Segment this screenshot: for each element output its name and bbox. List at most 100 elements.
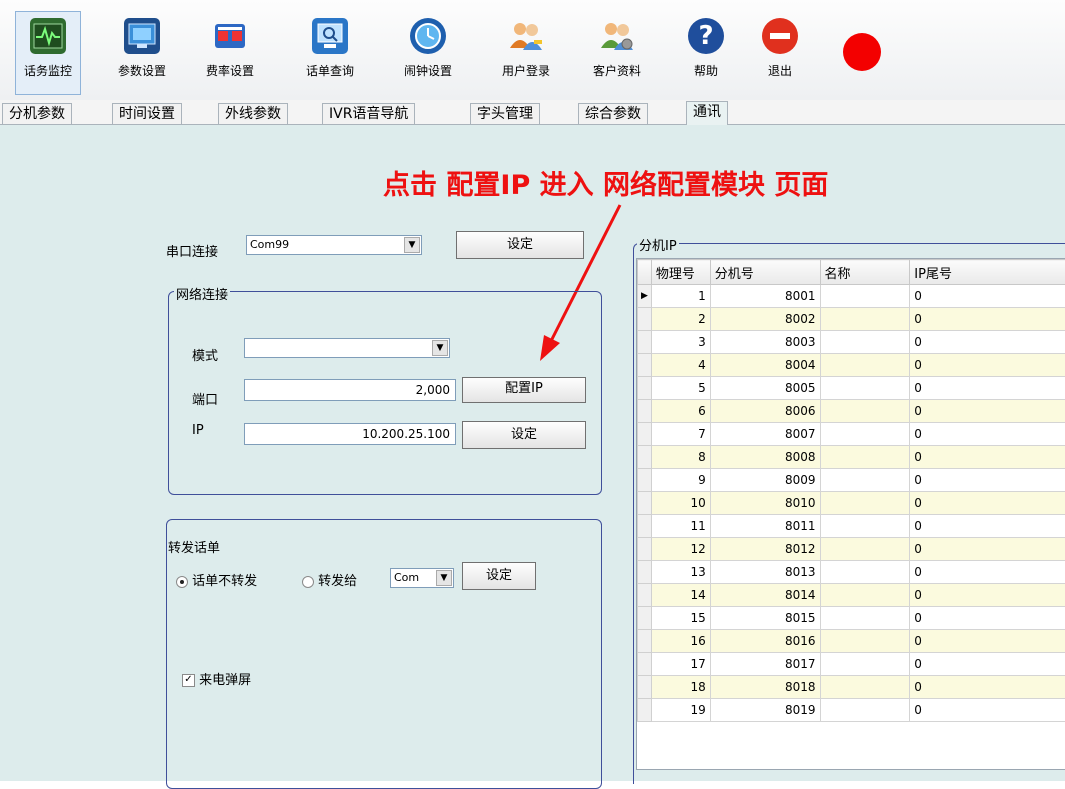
table-row[interactable]: 1480140 [638,584,1065,607]
tab-prefix-management[interactable]: 字头管理 [470,103,540,124]
column-header[interactable]: IP尾号 [910,260,1065,285]
name-cell[interactable] [820,676,910,699]
row-indicator[interactable] [638,676,652,699]
row-indicator[interactable] [638,699,652,722]
ip-suffix-cell[interactable]: 0 [910,354,1065,377]
tab-trunk-params[interactable]: 外线参数 [218,103,288,124]
table-row[interactable]: 1580150 [638,607,1065,630]
column-header[interactable]: 分机号 [710,260,820,285]
row-indicator[interactable] [638,515,652,538]
forward-set-button[interactable]: 设定 [462,562,536,590]
table-row[interactable]: 1780170 [638,653,1065,676]
table-row[interactable]: 1080100 [638,492,1065,515]
name-cell[interactable] [820,354,910,377]
mode-select[interactable]: ▼ [244,338,450,358]
extension-number-cell[interactable]: 8013 [710,561,820,584]
ip-suffix-cell[interactable]: 0 [910,469,1065,492]
row-indicator[interactable] [638,492,652,515]
table-row[interactable]: 1380130 [638,561,1065,584]
incoming-popup-checkbox[interactable]: ✓ [182,674,195,687]
table-row[interactable]: 48004 0 [638,354,1065,377]
extension-number-cell[interactable]: 8003 [710,331,820,354]
toolbar-button-call-record-query[interactable]: 话单查询 [298,12,362,94]
ip-suffix-cell[interactable]: 0 [910,676,1065,699]
physical-number-cell[interactable]: 7 [651,423,710,446]
row-indicator[interactable] [638,538,652,561]
name-cell[interactable] [820,446,910,469]
row-indicator[interactable] [638,607,652,630]
serial-port-select[interactable]: Com99 ▼ [246,235,422,255]
physical-number-cell[interactable]: 1 [651,285,710,308]
toolbar-button-rate-settings[interactable]: 费率设置 [198,12,262,94]
chevron-down-icon[interactable]: ▼ [436,570,452,586]
row-indicator[interactable] [638,584,652,607]
physical-number-cell[interactable]: 13 [651,561,710,584]
table-row[interactable]: 1880180 [638,676,1065,699]
config-ip-button[interactable]: 配置IP [462,377,586,403]
extension-number-cell[interactable]: 8014 [710,584,820,607]
row-indicator[interactable] [638,354,652,377]
physical-number-cell[interactable]: 3 [651,331,710,354]
row-indicator[interactable] [638,308,652,331]
physical-number-cell[interactable]: 11 [651,515,710,538]
physical-number-cell[interactable]: 2 [651,308,710,331]
ip-suffix-cell[interactable]: 0 [910,377,1065,400]
tab-ivr-navigation[interactable]: IVR语音导航 [322,103,415,124]
table-row[interactable]: 980090 [638,469,1065,492]
incoming-popup-option[interactable]: ✓ 来电弹屏 [182,669,251,688]
extension-number-cell[interactable]: 8007 [710,423,820,446]
row-indicator[interactable] [638,446,652,469]
name-cell[interactable] [820,331,910,354]
name-cell[interactable] [820,561,910,584]
column-header[interactable]: 物理号 [651,260,710,285]
extension-number-cell[interactable]: 8015 [710,607,820,630]
chevron-down-icon[interactable]: ▼ [404,237,420,253]
column-header[interactable]: 名称 [820,260,910,285]
physical-number-cell[interactable]: 5 [651,377,710,400]
toolbar-button-exit[interactable]: 退出 [748,12,812,94]
ip-suffix-cell[interactable]: 0 [910,699,1065,722]
physical-number-cell[interactable]: 19 [651,699,710,722]
extension-number-cell[interactable]: 8017 [710,653,820,676]
extension-number-cell[interactable]: 8010 [710,492,820,515]
physical-number-cell[interactable]: 17 [651,653,710,676]
row-indicator[interactable] [638,377,652,400]
extension-number-cell[interactable]: 8018 [710,676,820,699]
table-row[interactable]: 1680160 [638,630,1065,653]
ip-field[interactable]: 10.200.25.100 [244,423,456,445]
toolbar-button-help[interactable]: ? 帮助 [674,12,738,94]
extension-number-cell[interactable]: 8011 [710,515,820,538]
forward-to-option[interactable]: 转发给 [302,570,357,589]
physical-number-cell[interactable]: 12 [651,538,710,561]
extension-number-cell[interactable]: 8006 [710,400,820,423]
name-cell[interactable] [820,308,910,331]
name-cell[interactable] [820,584,910,607]
table-row[interactable]: 780070 [638,423,1065,446]
ip-suffix-cell[interactable]: 0 [910,331,1065,354]
extension-ip-grid[interactable]: 物理号 分机号 名称 IP尾号 ▶18001028002038003048004… [636,258,1065,770]
tab-general-params[interactable]: 综合参数 [578,103,648,124]
table-row[interactable]: 128012 0 [638,538,1065,561]
name-cell[interactable] [820,400,910,423]
extension-number-cell[interactable]: 8019 [710,699,820,722]
extension-number-cell[interactable]: 8009 [710,469,820,492]
toolbar-button-user-login[interactable]: 用户登录 [494,12,558,94]
ip-suffix-cell[interactable]: 0 [910,538,1065,561]
physical-number-cell[interactable]: 4 [651,354,710,377]
name-cell[interactable] [820,423,910,446]
tab-communication[interactable]: 通讯 [686,101,728,125]
toolbar-button-param-settings[interactable]: 参数设置 [110,12,174,94]
table-row[interactable]: 680060 [638,400,1065,423]
chevron-down-icon[interactable]: ▼ [432,340,448,356]
row-indicator[interactable] [638,423,652,446]
physical-number-cell[interactable]: 16 [651,630,710,653]
ip-suffix-cell[interactable]: 0 [910,515,1065,538]
extension-number-cell[interactable]: 8012 [710,538,820,561]
extension-number-cell[interactable]: 8008 [710,446,820,469]
row-indicator[interactable] [638,561,652,584]
table-row[interactable]: 38003 0 [638,331,1065,354]
ip-suffix-cell[interactable]: 0 [910,584,1065,607]
tab-extension-params[interactable]: 分机参数 [2,103,72,124]
physical-number-cell[interactable]: 6 [651,400,710,423]
extension-number-cell[interactable]: 8004 [710,354,820,377]
